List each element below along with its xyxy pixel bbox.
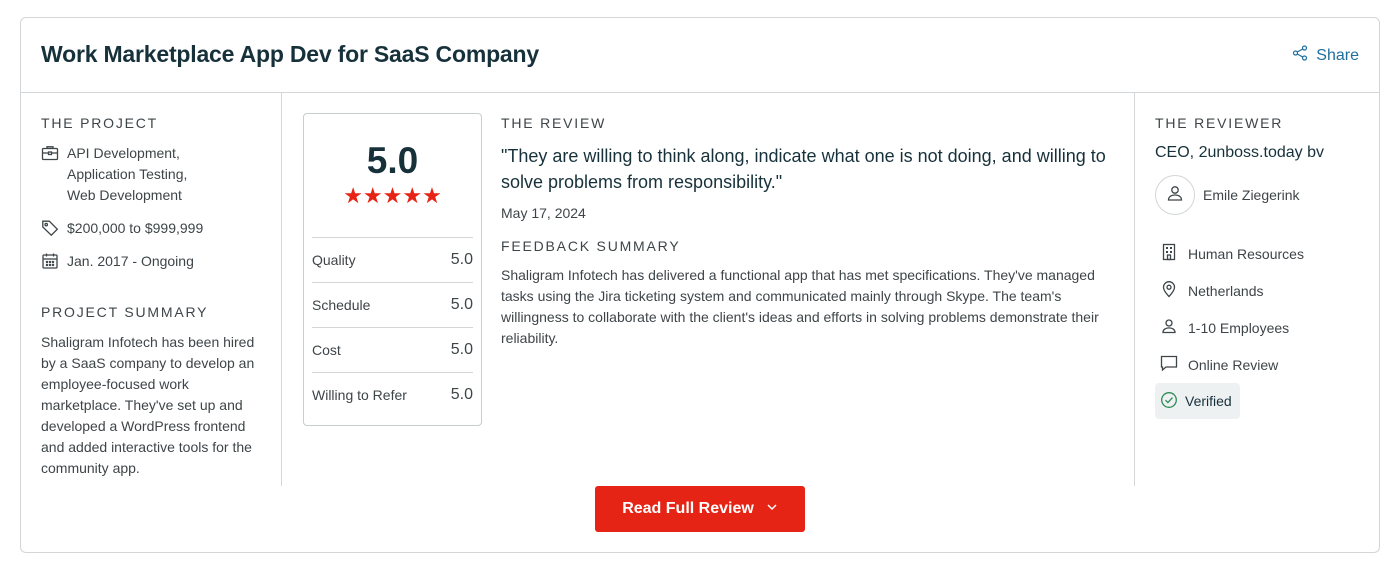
- reviewer-person: Emile Ziegerink: [1155, 175, 1299, 215]
- read-full-review-label: Read Full Review: [622, 500, 754, 517]
- project-dates: Jan. 2017 - Ongoing: [41, 251, 194, 272]
- share-button[interactable]: Share: [1292, 45, 1359, 66]
- read-full-review-button[interactable]: Read Full Review: [595, 486, 805, 532]
- map-pin-icon: [1160, 280, 1178, 301]
- rating-value: 5.0: [450, 386, 473, 403]
- project-summary: Shaligram Infotech has been hired by a S…: [41, 334, 255, 476]
- star-icons: ★★★★★: [343, 183, 442, 208]
- review-title: Work Marketplace App Dev for SaaS Compan…: [41, 41, 539, 67]
- rating-row-refer: Willing to Refer 5.0: [312, 372, 473, 417]
- review-section-label: THE REVIEW: [501, 115, 607, 131]
- project-column: THE PROJECT API Development, Application…: [21, 93, 282, 486]
- rating-value: 5.0: [450, 251, 473, 268]
- industry-value: Human Resources: [1188, 245, 1304, 262]
- avatar: [1155, 175, 1195, 215]
- rating-label: Schedule: [312, 297, 371, 313]
- chevron-down-icon: [766, 500, 778, 518]
- check-circle-icon: [1160, 391, 1178, 412]
- rating-row-cost: Cost 5.0: [312, 327, 473, 372]
- review-card: Work Marketplace App Dev for SaaS Compan…: [20, 17, 1380, 553]
- verified-badge: Verified: [1155, 383, 1240, 419]
- location-value: Netherlands: [1188, 282, 1264, 299]
- share-label: Share: [1316, 46, 1359, 64]
- briefcase-icon: [41, 144, 59, 162]
- calendar-icon: [41, 252, 59, 270]
- feedback-summary-label: FEEDBACK SUMMARY: [501, 238, 681, 254]
- review-method-value: Online Review: [1188, 356, 1279, 373]
- rating-label: Quality: [312, 252, 356, 268]
- person-icon: [1160, 317, 1178, 338]
- service-item: Application Testing,: [67, 166, 188, 182]
- rating-label: Willing to Refer: [312, 387, 407, 403]
- rating-row-quality: Quality 5.0: [312, 237, 473, 282]
- project-summary-label: PROJECT SUMMARY: [41, 304, 209, 320]
- rating-value: 5.0: [450, 296, 473, 313]
- user-icon: [1166, 184, 1184, 207]
- reviewer-title: CEO, 2unboss.today bv: [1155, 144, 1324, 161]
- rating-value: 5.0: [450, 341, 473, 358]
- reviewer-location: Netherlands: [1160, 280, 1264, 301]
- budget-value: $200,000 to $999,999: [67, 220, 204, 236]
- rating-breakdown: Quality 5.0 Schedule 5.0 Cost 5.0 Willin…: [312, 237, 473, 417]
- service-item: API Development,: [67, 145, 180, 161]
- share-icon: [1292, 45, 1308, 66]
- reviewer-review-method: Online Review: [1160, 354, 1278, 375]
- reviewer-industry: Human Resources: [1160, 243, 1304, 264]
- reviewer-section-label: THE REVIEWER: [1155, 115, 1284, 131]
- review-quote: "They are willing to think along, indica…: [501, 146, 1106, 192]
- company-size-value: 1-10 Employees: [1188, 319, 1290, 336]
- rating-label: Cost: [312, 342, 341, 358]
- verified-label: Verified: [1185, 393, 1232, 409]
- project-services: API Development, Application Testing, We…: [41, 143, 187, 206]
- building-icon: [1160, 243, 1178, 264]
- dates-value: Jan. 2017 - Ongoing: [67, 253, 194, 269]
- reviewer-company-size: 1-10 Employees: [1160, 317, 1289, 338]
- overall-rating: 5.0: [366, 140, 419, 181]
- star-rating: ★★★★★: [304, 185, 481, 207]
- service-item: Web Development: [67, 187, 182, 203]
- reviewer-name: Emile Ziegerink: [1203, 187, 1300, 203]
- project-section-label: THE PROJECT: [41, 115, 159, 131]
- review-date: May 17, 2024: [501, 205, 586, 221]
- tag-icon: [41, 219, 59, 237]
- chat-bubble-icon: [1160, 354, 1178, 375]
- project-budget: $200,000 to $999,999: [41, 218, 203, 239]
- rating-box: 5.0 ★★★★★ Quality 5.0 Schedule 5.0 Cost …: [303, 113, 482, 426]
- reviewer-column: THE REVIEWER CEO, 2unboss.today bv Emile…: [1134, 93, 1380, 486]
- card-header: Work Marketplace App Dev for SaaS Compan…: [21, 18, 1379, 93]
- rating-row-schedule: Schedule 5.0: [312, 282, 473, 327]
- feedback-summary: Shaligram Infotech has delivered a funct…: [501, 267, 1099, 346]
